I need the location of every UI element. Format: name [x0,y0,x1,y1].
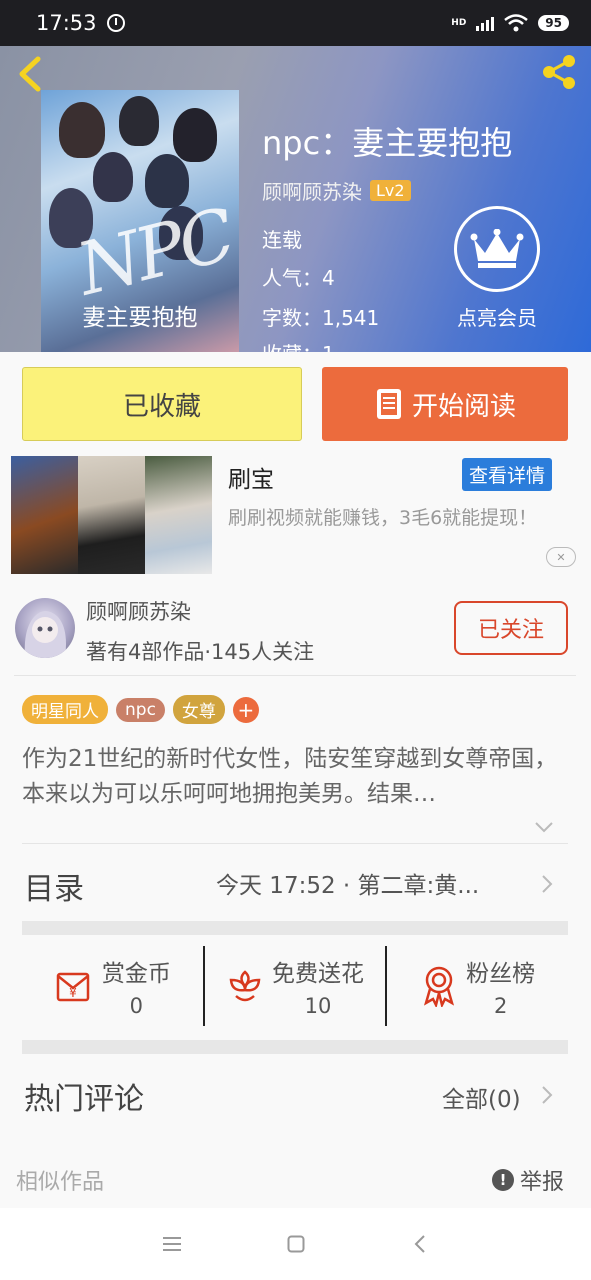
ad-thumbnail [145,456,212,574]
book-status: 连载 [262,228,302,252]
author-stats: 著有4部作品·145人关注 [86,640,315,664]
add-tag-button[interactable]: + [232,696,259,723]
gift-label: 赏金币 [101,961,171,987]
tag-npc[interactable]: npc [116,697,165,722]
ribbon-medal-icon [424,966,455,1007]
coin-envelope-icon: ¥ [56,972,90,1002]
tag-star-fanfic[interactable]: 明星同人 [22,695,108,724]
gift-label: 免费送花 [272,961,364,987]
book-title: npc：妻主要抱抱 [262,124,513,162]
signal-icon [476,15,495,31]
divider [22,843,568,844]
author-name[interactable]: 顾啊顾苏染 [86,596,191,626]
vip-button[interactable]: 点亮会员 [452,206,542,331]
status-indicators: HD 95 [451,14,569,32]
author-level-badge: Lv2 [370,180,411,201]
home-button[interactable] [283,1231,309,1257]
send-flower-button[interactable]: 免费送花 10 [202,946,386,1026]
alert-icon: ! [492,1169,514,1191]
chevron-left-icon [414,1235,425,1253]
network-type: HD [451,17,467,28]
report-label: 举报 [520,1170,565,1195]
book-cover[interactable]: NPC 妻主要抱抱 [41,90,239,352]
share-icon [543,55,575,89]
avatar[interactable] [15,598,75,658]
tag-matriarchy[interactable]: 女尊 [172,695,225,724]
gift-row: ¥ 赏金币 0 免费送花 10 粉丝榜 2 [22,946,568,1026]
status-bar: 17:53 HD 95 [0,0,591,46]
book-popularity: 人气：4 [262,266,335,290]
tag-list: 明星同人 npc 女尊 + [22,695,259,724]
ad-thumbnail [11,456,78,574]
synopsis[interactable]: 作为21世纪的新时代女性，陆安笙穿越到女尊帝国，本来以为可以乐呵呵地拥抱美男。结… [22,742,570,812]
collected-button[interactable]: 已收藏 [22,367,302,441]
book-icon [376,389,401,419]
vip-label: 点亮会员 [457,306,537,330]
book-header: NPC 妻主要抱抱 npc：妻主要抱抱 顾啊顾苏染 Lv2 连载 人气：4 字数… [0,46,591,352]
cover-subtitle: 妻主要抱抱 [82,305,198,331]
report-button[interactable]: ! 举报 [492,1164,564,1196]
alarm-icon [106,14,125,32]
system-back-button[interactable] [407,1231,433,1257]
gift-value: 10 [304,994,332,1018]
svg-text:¥: ¥ [69,986,77,1000]
header-author-name[interactable]: 顾啊顾苏染 [262,176,362,205]
fan-ranking-button[interactable]: 粉丝榜 2 [385,946,568,1026]
gift-value: 0 [129,994,144,1018]
cover-title-art: NPC [69,192,239,312]
start-reading-label: 开始阅读 [411,391,516,422]
ad-title[interactable]: 刷宝 [228,460,274,494]
chevron-down-icon[interactable] [534,820,554,834]
divider [14,675,576,676]
toc-latest-chapter[interactable]: 今天 17:52 · 第二章:黄... [216,866,479,900]
book-word-count: 字数：1,541 [262,306,380,330]
reward-coins-button[interactable]: ¥ 赏金币 0 [22,946,203,1026]
toc-label[interactable]: 目录 [24,864,84,908]
section-separator [22,921,568,935]
ad-close-button[interactable]: ✕ [546,547,576,567]
system-nav-bar [0,1208,591,1280]
chevron-left-icon [19,56,41,92]
book-favorites: 收藏：1 [262,338,335,352]
section-separator [22,1040,568,1054]
chevron-right-icon[interactable] [541,1085,553,1105]
book-detail-body: 已收藏 开始阅读 刷宝 查看详情 刷刷视频就能赚钱，3毛6就能提现！ ✕ 顾啊顾… [0,352,591,1208]
chevron-right-icon[interactable] [541,874,553,894]
crown-icon [454,206,540,292]
battery-indicator: 95 [538,15,569,31]
ad-thumbnail [78,456,145,574]
square-icon [287,1235,304,1253]
hot-comments-label: 热门评论 [24,1082,144,1117]
menu-icon [162,1237,181,1251]
gift-value: 2 [493,994,508,1018]
similar-works-label: 相似作品 [16,1170,105,1195]
share-button[interactable] [539,52,579,92]
menu-button[interactable] [159,1231,185,1257]
ad-description[interactable]: 刷刷视频就能赚钱，3毛6就能提现！ [228,502,573,534]
flower-icon [229,970,261,1002]
start-reading-button[interactable]: 开始阅读 [322,367,568,441]
all-comments-link[interactable]: 全部(0) [442,1080,521,1114]
back-button[interactable] [14,56,44,92]
ad-view-details-button[interactable]: 查看详情 [462,458,553,491]
status-time: 17:53 [36,11,97,35]
wifi-icon [504,14,529,32]
following-button[interactable]: 已关注 [454,601,568,655]
ad-thumbnails[interactable] [11,456,212,574]
header-author-row[interactable]: 顾啊顾苏染 Lv2 [262,176,411,205]
gift-label: 粉丝榜 [466,961,536,987]
